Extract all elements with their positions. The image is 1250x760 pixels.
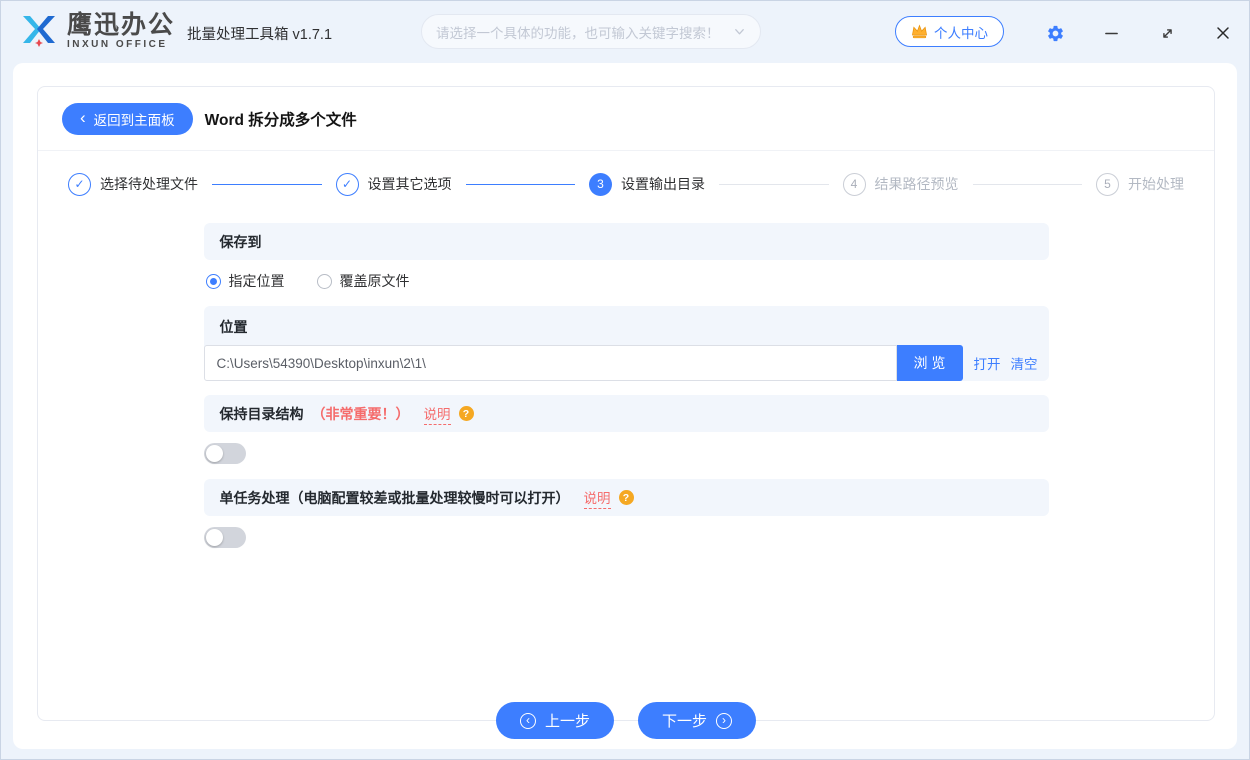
- keep-structure-section-header: 保持目录结构 （非常重要！） 说明: [203, 395, 1049, 432]
- keep-structure-title: 保持目录结构: [219, 405, 304, 422]
- step-result-preview[interactable]: 4 结果路径预览: [842, 172, 959, 196]
- logo-text-en: INXUN OFFICE: [67, 38, 168, 50]
- keep-structure-toggle-row: [203, 432, 1049, 479]
- step-number: 3: [589, 172, 612, 196]
- settings-button[interactable]: [1043, 21, 1067, 45]
- next-step-label: 下一步: [662, 713, 708, 730]
- step-indicator: 选择待处理文件 设置其它选项 3 设置输出目录 4 结果路径预览 5 开始处理: [38, 151, 1214, 217]
- important-note: （非常重要！）: [311, 405, 410, 422]
- wizard-footer: 上一步 下一步: [495, 702, 757, 739]
- location-title: 位置: [219, 319, 248, 335]
- save-to-title: 保存到: [219, 233, 262, 250]
- single-task-title: 单任务处理（电脑配置较差或批量处理较慢时可以打开）: [219, 489, 570, 506]
- single-task-toggle-row: [203, 516, 1049, 563]
- step-start-processing[interactable]: 5 开始处理: [1096, 172, 1184, 196]
- main-panel: ‹ 返回到主面板 Word 拆分成多个文件 选择待处理文件 设置其它选项 3 设…: [13, 63, 1237, 749]
- output-settings-form: 保存到 指定位置 覆盖原文件 位置 浏 览 打开: [203, 223, 1049, 563]
- toggle-knob: [205, 529, 223, 546]
- minimize-icon: [1104, 32, 1118, 34]
- step-connector: [212, 183, 322, 185]
- save-to-options: 指定位置 覆盖原文件: [204, 260, 1049, 302]
- save-to-section-header: 保存到: [203, 223, 1049, 260]
- previous-step-button[interactable]: 上一步: [495, 702, 614, 739]
- minimize-button[interactable]: [1099, 21, 1123, 45]
- check-icon: [335, 172, 359, 196]
- page-title: Word 拆分成多个文件: [204, 111, 357, 129]
- step-output-directory[interactable]: 3 设置输出目录: [589, 172, 705, 196]
- location-links: 打开 清空: [963, 345, 1049, 381]
- close-icon: [1217, 27, 1229, 39]
- crown-icon: [911, 24, 928, 39]
- radio-overwrite-original[interactable]: 覆盖原文件: [316, 271, 410, 291]
- next-step-button[interactable]: 下一步: [638, 702, 757, 739]
- radio-label: 指定位置: [228, 273, 285, 289]
- close-button[interactable]: [1211, 21, 1235, 45]
- function-search-select[interactable]: 请选择一个具体的功能，也可输入关键字搜索！: [421, 14, 761, 49]
- logo-text-cn: 鹰迅办公: [67, 10, 176, 39]
- radio-specified-location[interactable]: 指定位置: [205, 271, 285, 291]
- single-task-toggle[interactable]: [203, 527, 246, 548]
- output-path-input[interactable]: [203, 345, 897, 381]
- radio-selected-icon: [205, 273, 221, 289]
- radio-unselected-icon: [316, 273, 332, 289]
- gear-icon: [1047, 25, 1063, 41]
- app-logo: 鹰迅办公 INXUN OFFICE: [19, 12, 175, 50]
- wizard-header: ‹ 返回到主面板 Word 拆分成多个文件: [38, 87, 1214, 151]
- location-section: 位置 浏 览 打开 清空: [203, 306, 1049, 381]
- wizard-card: ‹ 返回到主面板 Word 拆分成多个文件 选择待处理文件 设置其它选项 3 设…: [37, 86, 1215, 739]
- back-to-dashboard-button[interactable]: ‹ 返回到主面板: [62, 102, 193, 135]
- step-other-options[interactable]: 设置其它选项: [335, 172, 452, 196]
- step-connector: [465, 183, 575, 185]
- step-label: 结果路径预览: [874, 176, 959, 192]
- single-task-section-header: 单任务处理（电脑配置较差或批量处理较慢时可以打开） 说明: [203, 479, 1049, 516]
- circle-chevron-right-icon: [716, 712, 733, 729]
- location-input-row: 浏 览 打开 清空: [203, 345, 1049, 381]
- app-title: 批量处理工具箱 v1.7.1: [187, 27, 333, 43]
- step-number: 5: [1096, 172, 1119, 196]
- user-center-label: 个人中心: [934, 25, 988, 41]
- browse-button[interactable]: 浏 览: [896, 345, 963, 381]
- step-connector: [719, 183, 829, 185]
- single-task-help-link[interactable]: 说明: [583, 487, 611, 509]
- titlebar: 鹰迅办公 INXUN OFFICE 批量处理工具箱 v1.7.1 请选择一个具体…: [1, 1, 1249, 63]
- chevron-left-icon: ‹: [80, 108, 86, 127]
- clear-path-link[interactable]: 清空: [1011, 353, 1038, 373]
- step-label: 选择待处理文件: [100, 176, 198, 192]
- search-placeholder: 请选择一个具体的功能，也可输入关键字搜索！: [436, 25, 720, 41]
- back-button-label: 返回到主面板: [93, 112, 175, 128]
- step-connector: [972, 183, 1082, 185]
- keep-structure-help-link[interactable]: 说明: [423, 403, 451, 425]
- restore-button[interactable]: [1155, 21, 1179, 45]
- previous-step-label: 上一步: [544, 713, 590, 730]
- resize-diagonal-icon: [1162, 28, 1172, 38]
- step-select-files[interactable]: 选择待处理文件: [68, 172, 198, 196]
- chevron-down-icon: [733, 25, 746, 38]
- step-label: 开始处理: [1128, 176, 1184, 192]
- toggle-knob: [205, 445, 223, 462]
- keep-structure-toggle[interactable]: [203, 443, 246, 464]
- question-mark-icon[interactable]: [458, 406, 474, 421]
- check-icon: [68, 172, 91, 196]
- open-folder-link[interactable]: 打开: [974, 353, 1001, 373]
- question-mark-icon[interactable]: [618, 490, 634, 505]
- step-number: 4: [842, 172, 866, 196]
- logo-x-icon: [23, 16, 55, 47]
- step-label: 设置输出目录: [621, 176, 705, 192]
- circle-chevron-left-icon: [519, 712, 536, 729]
- user-center-button[interactable]: 个人中心: [895, 16, 1004, 47]
- radio-label: 覆盖原文件: [339, 273, 410, 289]
- step-label: 设置其它选项: [367, 176, 452, 192]
